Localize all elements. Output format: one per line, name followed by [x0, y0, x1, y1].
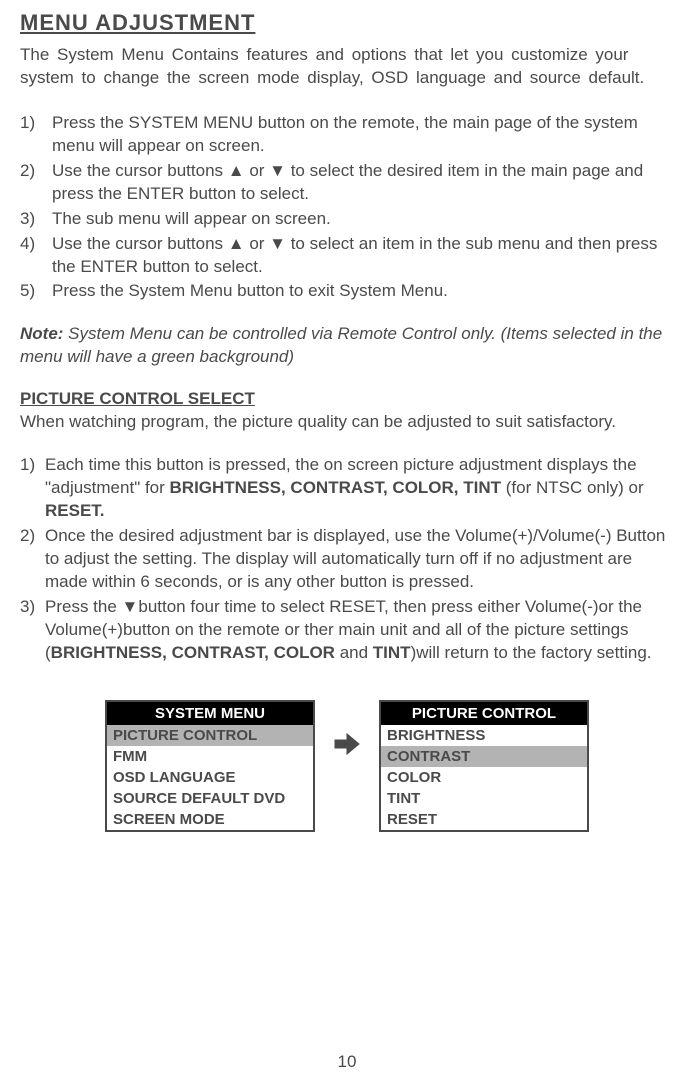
step-2: 2) Use the cursor buttons ▲ or ▼ to sele… — [20, 160, 674, 206]
page-number: 10 — [338, 1052, 357, 1072]
step-5: 5) Press the System Menu button to exit … — [20, 280, 674, 303]
arrow-right-icon — [333, 730, 361, 763]
subheading: PICTURE CONTROL SELECT — [20, 389, 674, 409]
down-triangle-icon: ▼ — [122, 597, 139, 616]
up-triangle-icon: ▲ — [228, 161, 245, 180]
menu-diagram: SYSTEM MENU PICTURE CONTROL FMM OSD LANG… — [20, 700, 674, 832]
menu-item-osd-language: OSD LANGUAGE — [107, 767, 313, 788]
step-text: Use the cursor buttons ▲ or ▼ to select … — [52, 233, 674, 279]
step-number: 5) — [20, 280, 52, 303]
menu-item-brightness: BRIGHTNESS — [381, 725, 587, 746]
step2-3: 3) Press the ▼button four time to select… — [20, 596, 674, 665]
note-label: Note: — [20, 324, 63, 343]
step-text: Each time this button is pressed, the on… — [45, 454, 674, 523]
menu-item-screen-mode: SCREEN MODE — [107, 809, 313, 830]
step-number: 3) — [20, 596, 45, 665]
step-text: Press the System Menu button to exit Sys… — [52, 280, 674, 303]
step2-2: 2) Once the desired adjustment bar is di… — [20, 525, 674, 594]
step-number: 2) — [20, 160, 52, 206]
step-number: 3) — [20, 208, 52, 231]
picture-control-box: PICTURE CONTROL BRIGHTNESS CONTRAST COLO… — [379, 700, 589, 832]
sub-intro: When watching program, the picture quali… — [20, 411, 674, 434]
step2-1: 1) Each time this button is pressed, the… — [20, 454, 674, 523]
up-triangle-icon: ▲ — [228, 234, 245, 253]
down-triangle-icon: ▼ — [269, 234, 286, 253]
step-number: 4) — [20, 233, 52, 279]
step-3: 3) The sub menu will appear on screen. — [20, 208, 674, 231]
menu-item-source-default: SOURCE DEFAULT DVD — [107, 788, 313, 809]
menu-item-color: COLOR — [381, 767, 587, 788]
step-number: 1) — [20, 112, 52, 158]
step-text: Use the cursor buttons ▲ or ▼ to select … — [52, 160, 674, 206]
menu-item-picture-control: PICTURE CONTROL — [107, 725, 313, 746]
step-text: Press the SYSTEM MENU button on the remo… — [52, 112, 674, 158]
steps-list-1: 1) Press the SYSTEM MENU button on the r… — [20, 112, 674, 304]
system-menu-box: SYSTEM MENU PICTURE CONTROL FMM OSD LANG… — [105, 700, 315, 832]
step-text: Press the ▼button four time to select RE… — [45, 596, 674, 665]
menu-item-tint: TINT — [381, 788, 587, 809]
menu-header: SYSTEM MENU — [107, 702, 313, 725]
steps-list-2: 1) Each time this button is pressed, the… — [20, 454, 674, 664]
page-title: MENU ADJUSTMENT — [20, 10, 674, 36]
step-text: The sub menu will appear on screen. — [52, 208, 674, 231]
menu-header: PICTURE CONTROL — [381, 702, 587, 725]
step-1: 1) Press the SYSTEM MENU button on the r… — [20, 112, 674, 158]
menu-item-contrast: CONTRAST — [381, 746, 587, 767]
step-number: 1) — [20, 454, 45, 523]
note-paragraph: Note: System Menu can be controlled via … — [20, 323, 674, 369]
menu-item-reset: RESET — [381, 809, 587, 830]
step-text: Once the desired adjustment bar is displ… — [45, 525, 674, 594]
step-4: 4) Use the cursor buttons ▲ or ▼ to sele… — [20, 233, 674, 279]
menu-item-fmm: FMM — [107, 746, 313, 767]
intro-paragraph: The System Menu Contains features and op… — [20, 44, 674, 90]
step-number: 2) — [20, 525, 45, 594]
note-text: System Menu can be controlled via Remote… — [20, 324, 662, 366]
down-triangle-icon: ▼ — [269, 161, 286, 180]
